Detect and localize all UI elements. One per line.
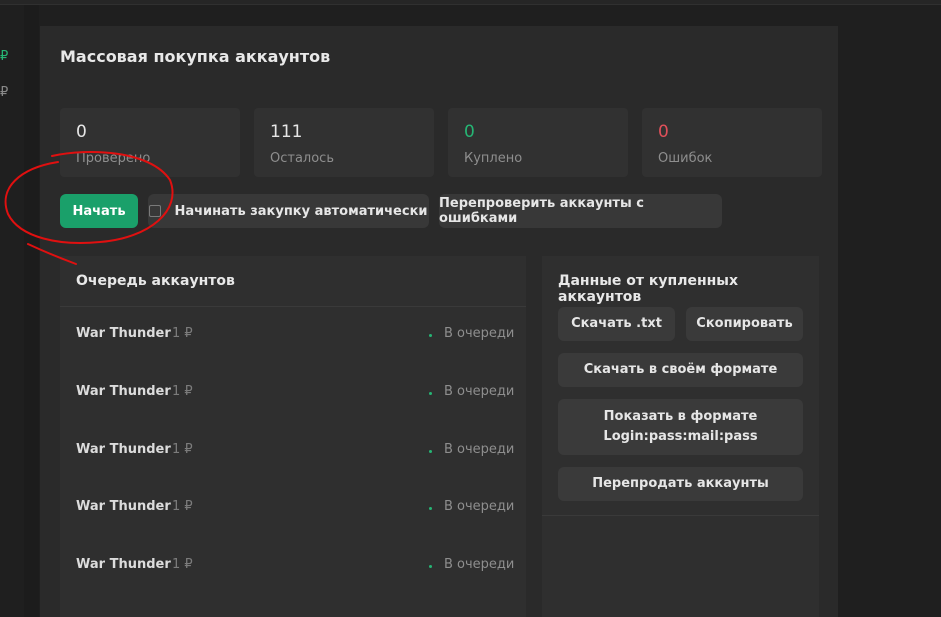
queue-item: War Thunder 1 ₽ В очереди [60, 423, 526, 480]
copy-button[interactable]: Скопировать [686, 307, 803, 341]
queue-item: War Thunder 1 ₽ В очереди [60, 538, 526, 595]
queue-item-status: В очереди [444, 442, 515, 457]
queue-item-name: War Thunder [76, 384, 171, 399]
page-title: Массовая покупка аккаунтов [60, 47, 331, 66]
stat-bought: 0 Куплено [448, 108, 628, 177]
stat-checked-label: Проверено [76, 151, 151, 166]
ruble-icon[interactable]: ₽ [0, 85, 8, 100]
stat-remaining-value: 111 [270, 122, 303, 142]
stat-errors-label: Ошибок [658, 151, 713, 166]
queue-item-price: 1 ₽ [172, 384, 193, 399]
stat-errors-value: 0 [658, 122, 669, 142]
queue-item: War Thunder 1 ₽ В очереди [60, 307, 526, 364]
status-dot-icon [429, 565, 432, 568]
queue-item-status: В очереди [444, 384, 515, 399]
queue-item-price: 1 ₽ [172, 557, 193, 572]
queue-title: Очередь аккаунтов [76, 273, 235, 289]
queue-item-status: В очереди [444, 499, 515, 514]
copy-label: Скопировать [696, 316, 793, 331]
download-custom-format-button[interactable]: Скачать в своём формате [558, 353, 803, 387]
resell-accounts-button[interactable]: Перепродать аккаунты [558, 467, 803, 501]
queue-item: War Thunder 1 ₽ В очереди [60, 480, 526, 537]
queue-item-name: War Thunder [76, 442, 171, 457]
purchased-title: Данные от купленных аккаунтов [558, 273, 738, 305]
top-bar [0, 0, 941, 5]
resell-label: Перепродать аккаунты [592, 476, 769, 491]
show-format-line2: Login:pass:mail:pass [603, 429, 758, 444]
queue-item: War Thunder 1 ₽ В очереди [60, 365, 526, 422]
stat-errors: 0 Ошибок [642, 108, 822, 177]
ruble-icon[interactable]: ₽ [0, 49, 8, 64]
status-dot-icon [429, 450, 432, 453]
queue-item-status: В очереди [444, 326, 515, 341]
status-dot-icon [429, 507, 432, 510]
queue-item-name: War Thunder [76, 557, 171, 572]
recheck-errors-button[interactable]: Перепроверить аккаунты с ошибками [439, 194, 722, 228]
queue-item-price: 1 ₽ [172, 442, 193, 457]
status-dot-icon [429, 334, 432, 337]
sidebar: ₽ ₽ [0, 5, 25, 617]
recheck-errors-label: Перепроверить аккаунты с ошибками [439, 196, 644, 226]
queue-item-name: War Thunder [76, 326, 171, 341]
gutter [24, 5, 39, 617]
purchased-divider [542, 515, 819, 516]
auto-start-label: Начинать закупку автоматически [174, 203, 428, 219]
auto-start-checkbox[interactable] [149, 205, 162, 217]
stat-remaining: 111 Осталось [254, 108, 434, 177]
start-button-label: Начать [72, 203, 126, 219]
auto-start-toggle[interactable]: Начинать закупку автоматически [148, 194, 429, 228]
queue-item-price: 1 ₽ [172, 499, 193, 514]
stat-checked-value: 0 [76, 122, 87, 142]
queue-panel: Очередь аккаунтов War Thunder 1 ₽ В очер… [60, 256, 526, 617]
download-txt-button[interactable]: Скачать .txt [558, 307, 675, 341]
status-dot-icon [429, 392, 432, 395]
stat-bought-value: 0 [464, 122, 475, 142]
stat-checked: 0 Проверено [60, 108, 240, 177]
start-button[interactable]: Начать [60, 194, 138, 228]
download-txt-label: Скачать .txt [571, 316, 662, 331]
queue-item-price: 1 ₽ [172, 326, 193, 341]
queue-item-status: В очереди [444, 557, 515, 572]
show-format-line1: Показать в формате [603, 409, 758, 424]
queue-item-name: War Thunder [76, 499, 171, 514]
show-login-format-button[interactable]: Показать в формате Login:pass:mail:pass [558, 399, 803, 455]
stat-remaining-label: Осталось [270, 151, 334, 166]
download-custom-label: Скачать в своём формате [583, 362, 778, 377]
stat-bought-label: Куплено [464, 151, 523, 166]
